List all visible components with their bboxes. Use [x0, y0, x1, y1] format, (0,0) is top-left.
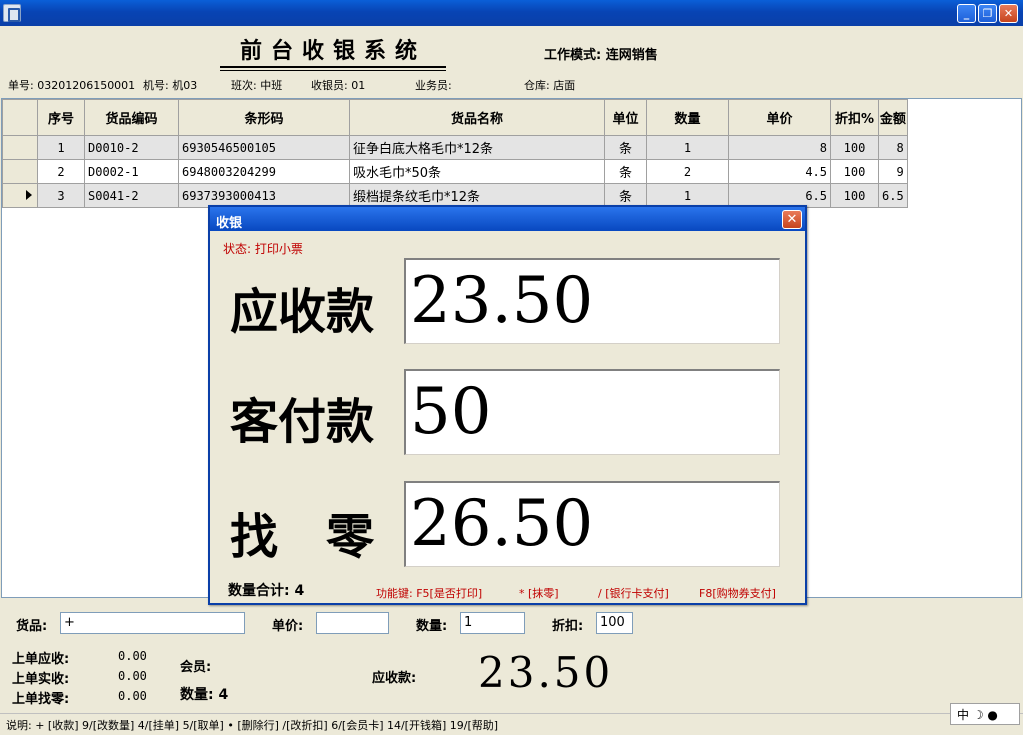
warehouse: 仓库: 店面	[524, 79, 576, 92]
hotkey-round: * [抹零]	[519, 587, 559, 600]
dialog-titlebar[interactable]: 收银	[210, 207, 805, 231]
last-receivable-value: 0.00	[118, 649, 147, 663]
receivable-summary-value: 23.50	[478, 648, 614, 697]
table-row[interactable]: 1 D0010-2 6930546500105 征争白底大格毛巾*12条 条 1…	[2, 135, 908, 160]
cell-price[interactable]: 4.5	[728, 159, 831, 184]
statusbar-help: 说明: + [收款] 9/[改数量] 4/[挂单] 5/[取单] • [删除行]…	[0, 713, 1023, 735]
cell-code[interactable]: D0002-1	[84, 159, 179, 184]
dialog-close-button[interactable]: ✕	[782, 210, 802, 229]
cell-seq[interactable]: 2	[37, 159, 85, 184]
app-icon	[3, 4, 21, 22]
change-display: 26.50	[404, 481, 780, 567]
dialog-title: 收银	[216, 216, 243, 231]
close-button[interactable]: ✕	[999, 4, 1018, 23]
system-title: 前台收银系统	[220, 33, 446, 71]
cell-unit[interactable]: 条	[604, 135, 647, 160]
quantity-total: 数量: 4	[180, 687, 229, 703]
table-row[interactable]: 2 D0002-1 6948003204299 吸水毛巾*50条 条 2 4.5…	[2, 159, 908, 184]
order-number: 单号: 03201206150001	[8, 79, 136, 92]
cell-discount[interactable]: 100	[830, 135, 879, 160]
table-row[interactable]: 3 S0041-2 6937393000413 缎档提条纹毛巾*12条 条 1 …	[2, 183, 908, 208]
restore-button[interactable]: ❐	[978, 4, 997, 23]
current-row-arrow-icon	[26, 189, 32, 200]
cell-seq[interactable]: 1	[37, 135, 85, 160]
cell-unit[interactable]: 条	[604, 183, 647, 208]
hotkey-voucher: F8[购物券支付]	[699, 587, 776, 600]
cell-price[interactable]: 8	[728, 135, 831, 160]
receivable-summary-label: 应收款:	[372, 671, 417, 686]
qty-label: 数量:	[416, 619, 448, 634]
discount-label: 折扣:	[552, 619, 584, 634]
last-receivable-label: 上单应收:	[12, 652, 70, 667]
cell-qty[interactable]: 2	[646, 159, 729, 184]
last-change-value: 0.00	[118, 689, 147, 703]
discount-input[interactable]: 100	[596, 612, 633, 634]
cell-name[interactable]: 缎档提条纹毛巾*12条	[349, 183, 605, 208]
work-mode: 工作模式: 连网销售	[544, 48, 658, 63]
cell-barcode[interactable]: 6930546500105	[178, 135, 350, 160]
member-label: 会员:	[180, 660, 212, 675]
column-header[interactable]: 条形码	[178, 99, 350, 136]
cell-name[interactable]: 吸水毛巾*50条	[349, 159, 605, 184]
qty-input[interactable]: 1	[460, 612, 525, 634]
cell-price[interactable]: 6.5	[728, 183, 831, 208]
last-change-label: 上单找零:	[12, 692, 70, 707]
cell-discount[interactable]: 100	[830, 183, 879, 208]
column-header[interactable]: 折扣%	[830, 99, 879, 136]
hotkey-bankcard: / [银行卡支付]	[598, 587, 669, 600]
cell-amount[interactable]: 9	[878, 159, 908, 184]
cell-barcode[interactable]: 6948003204299	[178, 159, 350, 184]
cell-barcode[interactable]: 6937393000413	[178, 183, 350, 208]
cell-unit[interactable]: 条	[604, 159, 647, 184]
window-titlebar[interactable]: _ ❐ ✕	[0, 0, 1023, 26]
checkout-dialog: 收银 ✕ 状态: 打印小票 应收款 23.50 客付款 50 找 零 26.50…	[208, 205, 807, 605]
column-header[interactable]: 金额	[878, 99, 908, 136]
column-header[interactable]: 数量	[646, 99, 729, 136]
minimize-button[interactable]: _	[957, 4, 976, 23]
column-header[interactable]: 序号	[37, 99, 85, 136]
column-header[interactable]: 货品名称	[349, 99, 605, 136]
cashier: 收银员: 01	[311, 79, 366, 92]
receivable-display: 23.50	[404, 258, 780, 344]
column-header[interactable]: 单价	[728, 99, 831, 136]
paid-label: 客付款	[230, 394, 375, 450]
column-header[interactable]: 单位	[604, 99, 647, 136]
row-indicator[interactable]	[2, 183, 38, 208]
dialog-quantity-total: 数量合计: 4	[228, 583, 305, 599]
ime-indicator[interactable]: 中 ☽ ●	[950, 703, 1020, 725]
row-indicator[interactable]	[2, 159, 38, 184]
goods-label: 货品:	[16, 619, 48, 634]
cell-code[interactable]: S0041-2	[84, 183, 179, 208]
cell-qty[interactable]: 1	[646, 135, 729, 160]
hotkey-print: 功能键: F5[是否打印]	[376, 587, 483, 600]
row-indicator[interactable]	[2, 135, 38, 160]
cell-qty[interactable]: 1	[646, 183, 729, 208]
paid-input[interactable]: 50	[404, 369, 780, 455]
cell-seq[interactable]: 3	[37, 183, 85, 208]
shift: 班次: 中班	[231, 79, 283, 92]
price-label: 单价:	[272, 619, 304, 634]
machine-number: 机号: 机03	[143, 79, 198, 92]
salesman: 业务员:	[415, 79, 452, 92]
row-indicator-header	[2, 99, 38, 136]
price-input[interactable]	[316, 612, 389, 634]
receivable-label: 应收款	[230, 284, 375, 340]
goods-input[interactable]: +	[60, 612, 245, 634]
cell-amount[interactable]: 8	[878, 135, 908, 160]
items-table: 序号 货品编码 条形码 货品名称 单位 数量 单价 折扣% 金额 1 D0010…	[2, 99, 908, 208]
last-paid-label: 上单实收:	[12, 672, 70, 687]
change-label: 找 零	[230, 509, 375, 565]
cell-discount[interactable]: 100	[830, 159, 879, 184]
cell-code[interactable]: D0010-2	[84, 135, 179, 160]
dialog-status: 状态: 打印小票	[223, 242, 303, 256]
last-paid-value: 0.00	[118, 669, 147, 683]
column-header[interactable]: 货品编码	[84, 99, 179, 136]
cell-amount[interactable]: 6.5	[878, 183, 908, 208]
cell-name[interactable]: 征争白底大格毛巾*12条	[349, 135, 605, 160]
